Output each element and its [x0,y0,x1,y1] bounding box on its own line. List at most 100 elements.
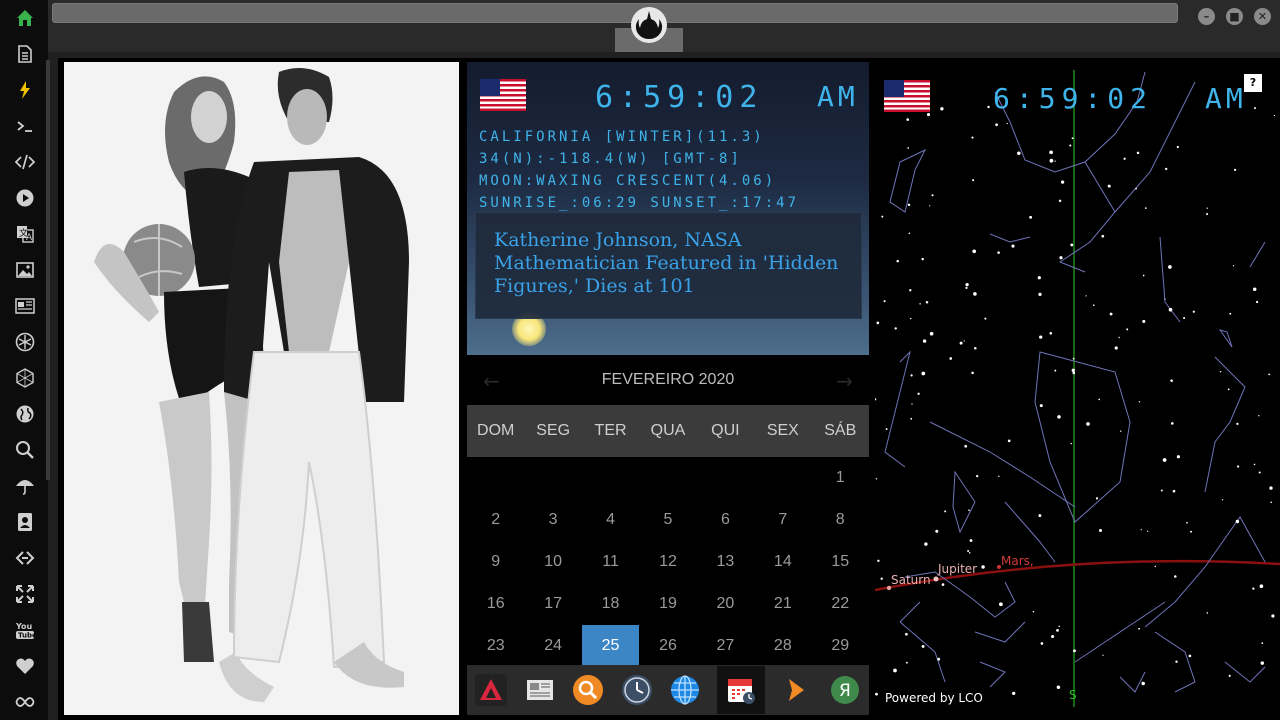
close-button[interactable]: ✕ [1254,8,1271,25]
calendar-day[interactable]: 10 [524,541,581,583]
globe-icon[interactable] [12,401,38,427]
star-dot [965,282,969,287]
star-dot [1154,565,1157,568]
link-icon[interactable] [12,545,38,571]
star-dot [1126,328,1129,331]
umbrella-icon[interactable] [12,473,38,499]
calendar-day[interactable]: 13 [697,541,754,583]
app-a-icon[interactable] [474,673,508,707]
star-dot [1186,521,1188,524]
calendar-day[interactable]: 7 [754,499,811,541]
calendar-day[interactable]: 3 [524,499,581,541]
star-dot [1072,357,1075,360]
calendar-day[interactable]: 18 [582,583,639,625]
star-dot [1188,654,1192,658]
calendar-day[interactable]: 8 [812,499,869,541]
infinity-icon[interactable] [12,689,38,715]
calendar-day[interactable]: 11 [582,541,639,583]
clock-time-right: 6:59:02 [993,82,1154,115]
calendar-day[interactable]: 9 [467,541,524,583]
youtube-icon[interactable]: You Tube [12,617,38,643]
clock-icon[interactable] [620,673,654,707]
planet-label: Mars, [1001,554,1034,568]
address-bar[interactable] [52,3,1178,23]
sidebar-scrollbar[interactable] [46,60,50,480]
calendar-day[interactable]: 1 [812,457,869,499]
star-dot [1232,265,1235,267]
globe-icon[interactable] [668,673,702,707]
home-icon[interactable] [12,5,38,31]
calendar-day[interactable]: 22 [812,583,869,625]
expand-icon[interactable] [12,581,38,607]
lightning-icon[interactable] [12,77,38,103]
calendar-day[interactable]: 4 [582,499,639,541]
calendar-day[interactable]: 28 [754,625,811,667]
star-dot [1059,256,1063,260]
calendar-day[interactable]: 15 [812,541,869,583]
weekday-label: DOM [477,422,515,439]
star-dot [925,300,929,304]
calendar-icon[interactable] [716,666,765,714]
calendar-day[interactable]: 21 [754,583,811,625]
newspaper-icon[interactable] [523,673,557,707]
star-dot [968,552,971,554]
us-flag-icon [884,80,930,112]
star-dot [1017,151,1021,156]
calendar-day[interactable]: 24 [524,625,581,667]
calendar-day[interactable]: 26 [639,625,696,667]
star-dot [1039,404,1043,408]
star-dot [1175,660,1178,663]
star-dot [880,577,883,580]
terminal-icon[interactable] [12,113,38,139]
star-dot [883,300,886,303]
news-card[interactable]: Katherine Johnson, NASA Mathematician Fe… [475,212,862,319]
maximize-button[interactable]: ■ [1226,8,1243,25]
calendar-day[interactable]: 2 [467,499,524,541]
code-icon[interactable] [12,149,38,175]
translate-icon[interactable]: 文A [12,221,38,247]
minimize-button[interactable]: – [1198,8,1215,25]
star-dot [1140,529,1142,531]
star-dot [1056,629,1059,632]
calendar-day-today[interactable]: 25 [581,625,640,667]
play-icon[interactable] [12,185,38,211]
heart-icon[interactable] [12,653,38,679]
calendar-day[interactable]: 29 [812,625,869,667]
star-dot [1144,207,1147,209]
calendar-day[interactable]: 6 [697,499,754,541]
star-dot [1206,207,1208,209]
image-icon[interactable] [12,257,38,283]
contact-icon[interactable] [12,509,38,535]
calendar-day[interactable]: 19 [639,583,696,625]
hexagon-icon[interactable] [12,365,38,391]
star-dot [1141,681,1145,686]
yandex-icon[interactable]: Я [828,673,862,707]
help-button[interactable]: ? [1244,74,1262,92]
star-dot [1192,310,1195,313]
calendar-day[interactable]: 27 [697,625,754,667]
calendar-day[interactable]: 17 [524,583,581,625]
rebel-alliance-logo [630,6,668,44]
weekday-header: DOM SEG TER QUA QUI SEX SÁB [467,405,869,457]
rebel-icon[interactable] [12,329,38,355]
star-dot [1093,304,1095,306]
calendar-day[interactable]: 5 [639,499,696,541]
next-month-button[interactable]: → [836,369,853,393]
play-arrow-icon[interactable] [779,673,813,707]
star-dot [995,123,998,127]
calendar-grid: 1 2 3 4 5 6 7 8 9 10 11 12 13 14 15 16 17 18 19 20 21 22 23 24 2… [467,457,869,667]
calendar-day[interactable]: 14 [754,541,811,583]
star-dot [1058,199,1062,203]
calendar-day[interactable]: 20 [697,583,754,625]
star-dot [1258,471,1261,474]
calendar-day[interactable]: 16 [467,583,524,625]
clock-panel: 6:59:02 AM CALIFORNIA [WINTER](11.3) 34(… [467,62,869,355]
news-headline[interactable]: Katherine Johnson, NASA Mathematician Fe… [494,229,838,297]
magnifier-icon[interactable] [571,673,605,707]
sky-map[interactable]: Saturn Jupiter Mars, S 6:59:02 AM ? Powe… [875,62,1280,715]
document-icon[interactable] [12,41,38,67]
calendar-day[interactable]: 23 [467,625,524,667]
news-icon[interactable] [12,293,38,319]
search-icon[interactable] [12,437,38,463]
calendar-day[interactable]: 12 [639,541,696,583]
